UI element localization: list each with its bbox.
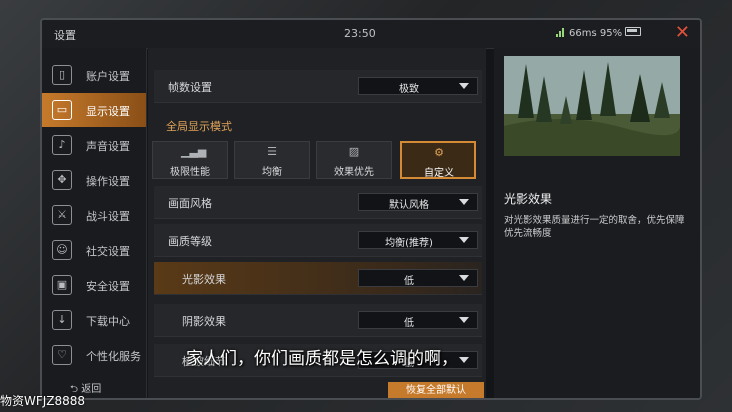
lighting-label: 光影效果 [182,273,226,286]
preset-label: 效果优先 [334,167,374,178]
ping-text: 66ms [569,28,597,39]
quality-value: 均衡(推荐) [385,238,433,249]
gears-icon: ⚙ [434,146,444,159]
style-label: 画面风格 [168,197,212,210]
sidebar-item-label: 战斗设置 [86,210,130,223]
sidebar: ▯ 账户设置 ▭ 显示设置 ♪ 声音设置 ✥ 操作设置 ⚔ 战斗设置 ☺ 社交设… [42,48,147,398]
frame-rate-row: 帧数设置 极致 [154,70,482,103]
sidebar-item-label: 显示设置 [86,105,130,118]
quality-label: 画质等级 [168,235,212,248]
sidebar-item-security[interactable]: ▣ 安全设置 [42,268,146,302]
chevron-down-icon [459,275,469,281]
forest-scene [504,56,680,156]
style-row: 画面风格 默认风格 [154,186,482,219]
shadow-row: 阴影效果 低 [154,304,482,337]
top-bar: 设置 23:50 66ms 95% ✕ [42,20,700,49]
style-value: 默认风格 [389,200,429,211]
preview-image [504,56,680,156]
detail-panel: 光影效果 对光影效果质量进行一定的取舍，优先保障优先流畅度 [494,48,700,398]
chevron-down-icon [459,83,469,89]
chevron-down-icon [459,357,469,363]
combat-icon: ⚔ [52,205,72,225]
quality-row: 画质等级 均衡(推荐) [154,224,482,257]
frame-rate-value: 极致 [399,84,419,95]
frame-rate-label: 帧数设置 [168,81,212,94]
sidebar-item-label: 安全设置 [86,280,130,293]
detail-title: 光影效果 [504,192,553,206]
shadow-value: 低 [404,318,414,329]
chevron-down-icon [459,317,469,323]
restore-defaults-button[interactable]: 恢复全部默认 [388,382,484,398]
preset-label: 自定义 [424,168,454,179]
clock: 23:50 [344,27,376,40]
close-icon[interactable]: ✕ [675,23,690,43]
image-icon: ▨ [348,145,360,158]
performance-icon: ▁▃▅ [181,145,207,158]
status-area: 66ms 95% [556,27,642,39]
lighting-row[interactable]: 光影效果 低 [154,262,482,295]
account-icon: ▯ [52,65,72,85]
sidebar-item-account[interactable]: ▯ 账户设置 [42,58,146,92]
control-icon: ✥ [52,170,72,190]
preset-label: 极限性能 [170,167,210,178]
battery-text: 95% [599,28,623,39]
lighting-select[interactable]: 低 [358,269,478,287]
sidebar-item-social[interactable]: ☺ 社交设置 [42,233,146,267]
watermark: 物资WFJZ8888 [0,394,86,408]
video-subtitle: 家人们，你们画质都是怎么调的啊， [186,349,458,369]
sidebar-item-label: 声音设置 [86,140,130,153]
shadow-label: 阴影效果 [182,315,226,328]
chevron-down-icon [459,199,469,205]
preset-performance[interactable]: ▁▃▅ 极限性能 [152,141,228,179]
frame-rate-select[interactable]: 极致 [358,77,478,95]
signal-icon [556,27,566,37]
sidebar-item-sound[interactable]: ♪ 声音设置 [42,128,146,162]
lock-icon: ▣ [52,275,72,295]
section-title: 全局显示模式 [166,120,232,133]
display-icon: ▭ [52,100,72,120]
sound-icon: ♪ [52,135,72,155]
sidebar-item-combat[interactable]: ⚔ 战斗设置 [42,198,146,232]
preset-label: 均衡 [262,167,282,178]
sidebar-item-label: 社交设置 [86,245,130,258]
sidebar-item-label: 账户设置 [86,70,130,83]
lighting-value: 低 [404,276,414,287]
sidebar-item-display[interactable]: ▭ 显示设置 [42,93,146,127]
battery-icon [625,27,642,36]
sidebar-item-label: 下载中心 [86,315,130,328]
personalize-icon: ♡ [52,345,72,365]
sidebar-item-label: 个性化服务 [86,350,141,363]
shadow-select[interactable]: 低 [358,311,478,329]
preset-balanced[interactable]: ☰ 均衡 [234,141,310,179]
detail-description: 对光影效果质量进行一定的取舍，优先保障优先流畅度 [504,215,685,239]
download-icon: ↓ [52,310,72,330]
sidebar-item-download[interactable]: ↓ 下载中心 [42,303,146,337]
sidebar-item-label: 操作设置 [86,175,130,188]
sidebar-item-personalize[interactable]: ♡ 个性化服务 [42,338,146,372]
quality-select[interactable]: 均衡(推荐) [358,231,478,249]
settings-window: 设置 23:50 66ms 95% ✕ ▯ 账户设置 ▭ 显示设置 ♪ 声音设置… [40,18,702,400]
sliders-icon: ☰ [267,145,277,158]
sidebar-item-control[interactable]: ✥ 操作设置 [42,163,146,197]
social-icon: ☺ [52,240,72,260]
style-select[interactable]: 默认风格 [358,193,478,211]
preset-quality[interactable]: ▨ 效果优先 [316,141,392,179]
window-title: 设置 [54,29,76,42]
chevron-down-icon [459,237,469,243]
preset-custom[interactable]: ⚙ 自定义 [400,141,476,179]
